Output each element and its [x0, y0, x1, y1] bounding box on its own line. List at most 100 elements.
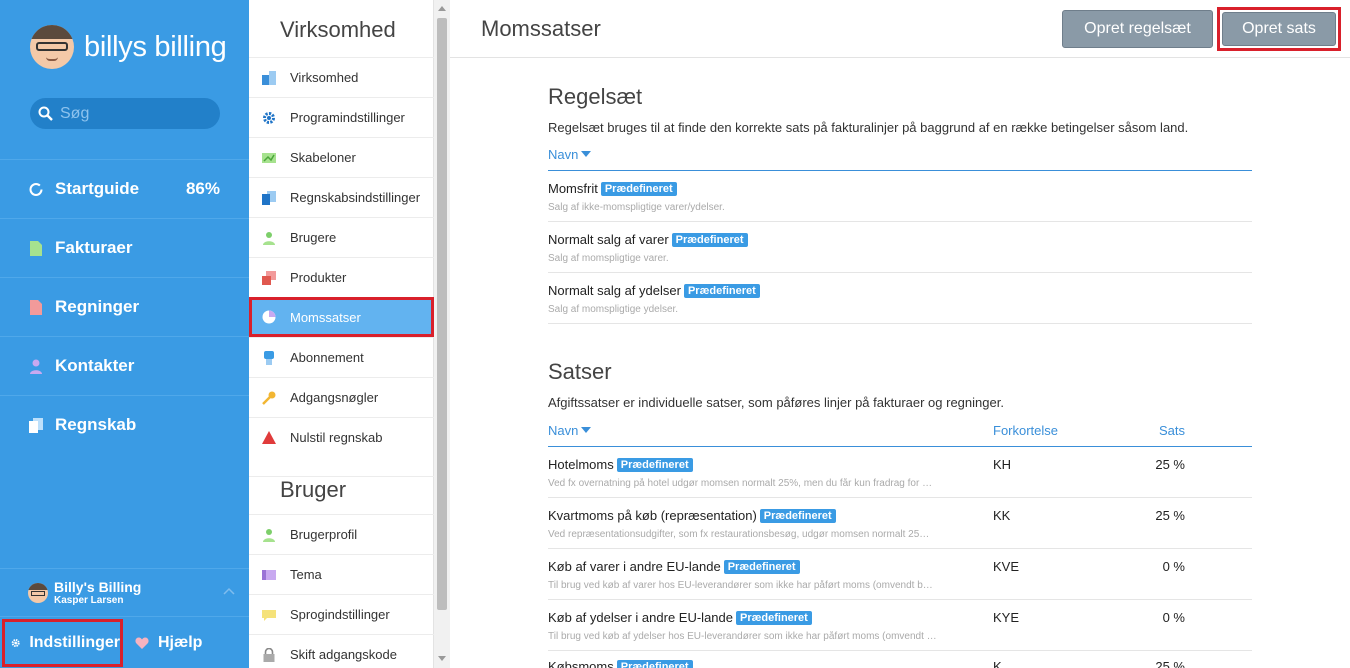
divider: [548, 221, 1252, 222]
brand-logo[interactable]: billys billing: [30, 22, 227, 72]
menu-item-label: Skabeloner: [290, 150, 356, 165]
page-title: Momssatser: [481, 16, 601, 41]
subscription-icon: [264, 350, 274, 365]
bill-icon: [30, 299, 42, 315]
scroll-up-icon[interactable]: [438, 6, 446, 11]
nav-regninger-label: Regninger: [55, 297, 140, 316]
mascot-icon: [30, 25, 74, 69]
nav-regnskab[interactable]: Regnskab: [0, 395, 249, 454]
divider: [548, 650, 1252, 651]
main-sidebar: billys billing Startguide 86% Fakturaer …: [0, 0, 249, 668]
menu-item-regnskabsindstillinger[interactable]: Regnskabsindstillinger: [249, 177, 434, 217]
rate-row-desc: Ved repræsentationsudgifter, som fx rest…: [548, 529, 930, 540]
menu-item-sprogindstillinger[interactable]: Sprogindstillinger: [249, 594, 434, 634]
rate-row-abbr: KVE: [993, 559, 1020, 574]
user-switcher[interactable]: Billy's Billing Kasper Larsen: [0, 568, 249, 616]
rate-row-desc: Til brug ved køb af ydelser hos EU-lever…: [548, 631, 937, 642]
divider: [548, 599, 1252, 600]
rates-name-column-header[interactable]: Navn: [548, 423, 592, 438]
scroll-thumb[interactable]: [437, 18, 447, 610]
divider: [548, 446, 1252, 447]
search-box[interactable]: [30, 98, 220, 129]
page-header: Momssatser Opret regelsæt Opret sats: [450, 0, 1350, 58]
help-label: Hjælp: [158, 634, 203, 651]
menu-item-adgangsnogler[interactable]: Adgangsnøgler: [249, 377, 434, 417]
divider: [548, 323, 1252, 324]
menu-item-label: Tema: [290, 567, 322, 582]
avatar: [28, 582, 48, 603]
menu-heading-user: Bruger: [249, 476, 434, 503]
rate-row-rate: 25 %: [1155, 457, 1185, 472]
accounting-icon: [262, 190, 276, 205]
rate-row-abbr: K: [993, 659, 1002, 668]
ruleset-row-desc: Salg af momspligtige ydelser.: [548, 304, 679, 315]
ruleset-row-desc: Salg af ikke-momspligtige varer/ydelser.: [548, 202, 725, 213]
ruleset-row-desc: Salg af momspligtige varer.: [548, 253, 669, 264]
rate-row-rate: 25 %: [1155, 659, 1185, 668]
rate-row-name[interactable]: Købsmoms Prædefineret: [548, 659, 693, 668]
rate-row-abbr: KYE: [993, 610, 1020, 625]
rate-row-rate: 0 %: [1162, 610, 1185, 625]
company-name: Billy's Billing: [54, 578, 142, 595]
warning-icon: [262, 430, 276, 444]
predefined-badge: Prædefineret: [616, 660, 693, 668]
rate-row-desc: Ved fx overnatning på hotel udgør momsen…: [548, 478, 933, 489]
progress-ring-icon: [29, 182, 43, 196]
menu-item-momssatser[interactable]: Momssatser: [249, 297, 434, 337]
sort-caret-icon: [581, 151, 592, 157]
rates-abbr-column-header[interactable]: Forkortelse: [993, 423, 1058, 438]
create-rate-highlight: Opret sats: [1217, 7, 1341, 51]
rate-row-abbr: KH: [993, 457, 1012, 472]
create-ruleset-button[interactable]: Opret regelsæt: [1062, 10, 1213, 48]
rate-row-rate: 25 %: [1155, 508, 1185, 523]
nav-regnskab-label: Regnskab: [55, 415, 137, 434]
rate-row-name[interactable]: Kvartmoms på køb (repræsentation) Prædefi…: [548, 508, 836, 523]
menu-item-nulstil-regnskab[interactable]: Nulstil regnskab: [249, 417, 434, 457]
nav-startguide-label: Startguide: [55, 179, 140, 198]
divider: [548, 548, 1252, 549]
rulesets-name-column-header[interactable]: Navn: [548, 147, 592, 162]
rates-rate-column-header[interactable]: Sats: [1159, 423, 1185, 438]
menu-item-label: Nulstil regnskab: [290, 430, 383, 445]
menu-item-brugerprofil[interactable]: Brugerprofil: [249, 514, 434, 554]
rulesets-title: Regelsæt: [548, 84, 643, 109]
help-button[interactable]: Hjælp: [135, 619, 202, 667]
nav-fakturaer[interactable]: Fakturaer: [0, 218, 249, 277]
ruleset-row-name[interactable]: Momsfrit Prædefineret: [548, 181, 677, 196]
rate-row-name[interactable]: Køb af varer i andre EU-lande Prædefinere…: [548, 559, 800, 574]
ruleset-row-name[interactable]: Normalt salg af varer Prædefineret: [548, 232, 748, 247]
predefined-badge: Prædefineret: [600, 182, 677, 196]
menu-item-abonnement[interactable]: Abonnement: [249, 337, 434, 377]
menu-item-label: Regnskabsindstillinger: [290, 190, 421, 205]
key-icon: [262, 391, 276, 405]
heart-icon: [135, 637, 149, 649]
rate-row-name[interactable]: Hotelmoms Prædefineret: [548, 457, 693, 472]
contact-icon: [30, 359, 42, 374]
rate-row-rate: 0 %: [1162, 559, 1185, 574]
menu-item-label: Programindstillinger: [290, 110, 405, 125]
menu-item-label: Produkter: [290, 270, 347, 285]
menu-item-programindstillinger[interactable]: Programindstillinger: [249, 97, 434, 137]
menu-item-virksomhed[interactable]: Virksomhed: [249, 57, 434, 97]
ledger-icon: [29, 417, 43, 433]
settings-label: Indstillinger: [29, 634, 120, 651]
nav-kontakter[interactable]: Kontakter: [0, 336, 249, 395]
scroll-down-icon[interactable]: [438, 656, 446, 661]
nav-regninger[interactable]: Regninger: [0, 277, 249, 336]
rate-row-name[interactable]: Køb af ydelser i andre EU-lande Prædefine…: [548, 610, 812, 625]
menu-item-skift-adgangskode[interactable]: Skift adgangskode: [249, 634, 434, 668]
template-icon: [262, 152, 276, 163]
predefined-badge: Prædefineret: [735, 611, 812, 625]
menu-item-brugere[interactable]: Brugere: [249, 217, 434, 257]
menu-scrollbar[interactable]: [434, 0, 450, 668]
ruleset-row-name[interactable]: Normalt salg af ydelser Prædefineret: [548, 283, 760, 298]
menu-item-produkter[interactable]: Produkter: [249, 257, 434, 297]
settings-button[interactable]: Indstillinger: [2, 619, 123, 667]
sidebar-footer: Indstillinger Hjælp: [0, 616, 249, 668]
nav-fakturaer-label: Fakturaer: [55, 238, 133, 257]
create-rate-button[interactable]: Opret sats: [1222, 12, 1336, 46]
menu-item-tema[interactable]: Tema: [249, 554, 434, 594]
menu-item-skabeloner[interactable]: Skabeloner: [249, 137, 434, 177]
search-input[interactable]: [60, 104, 210, 123]
nav-startguide[interactable]: Startguide 86%: [0, 159, 249, 218]
